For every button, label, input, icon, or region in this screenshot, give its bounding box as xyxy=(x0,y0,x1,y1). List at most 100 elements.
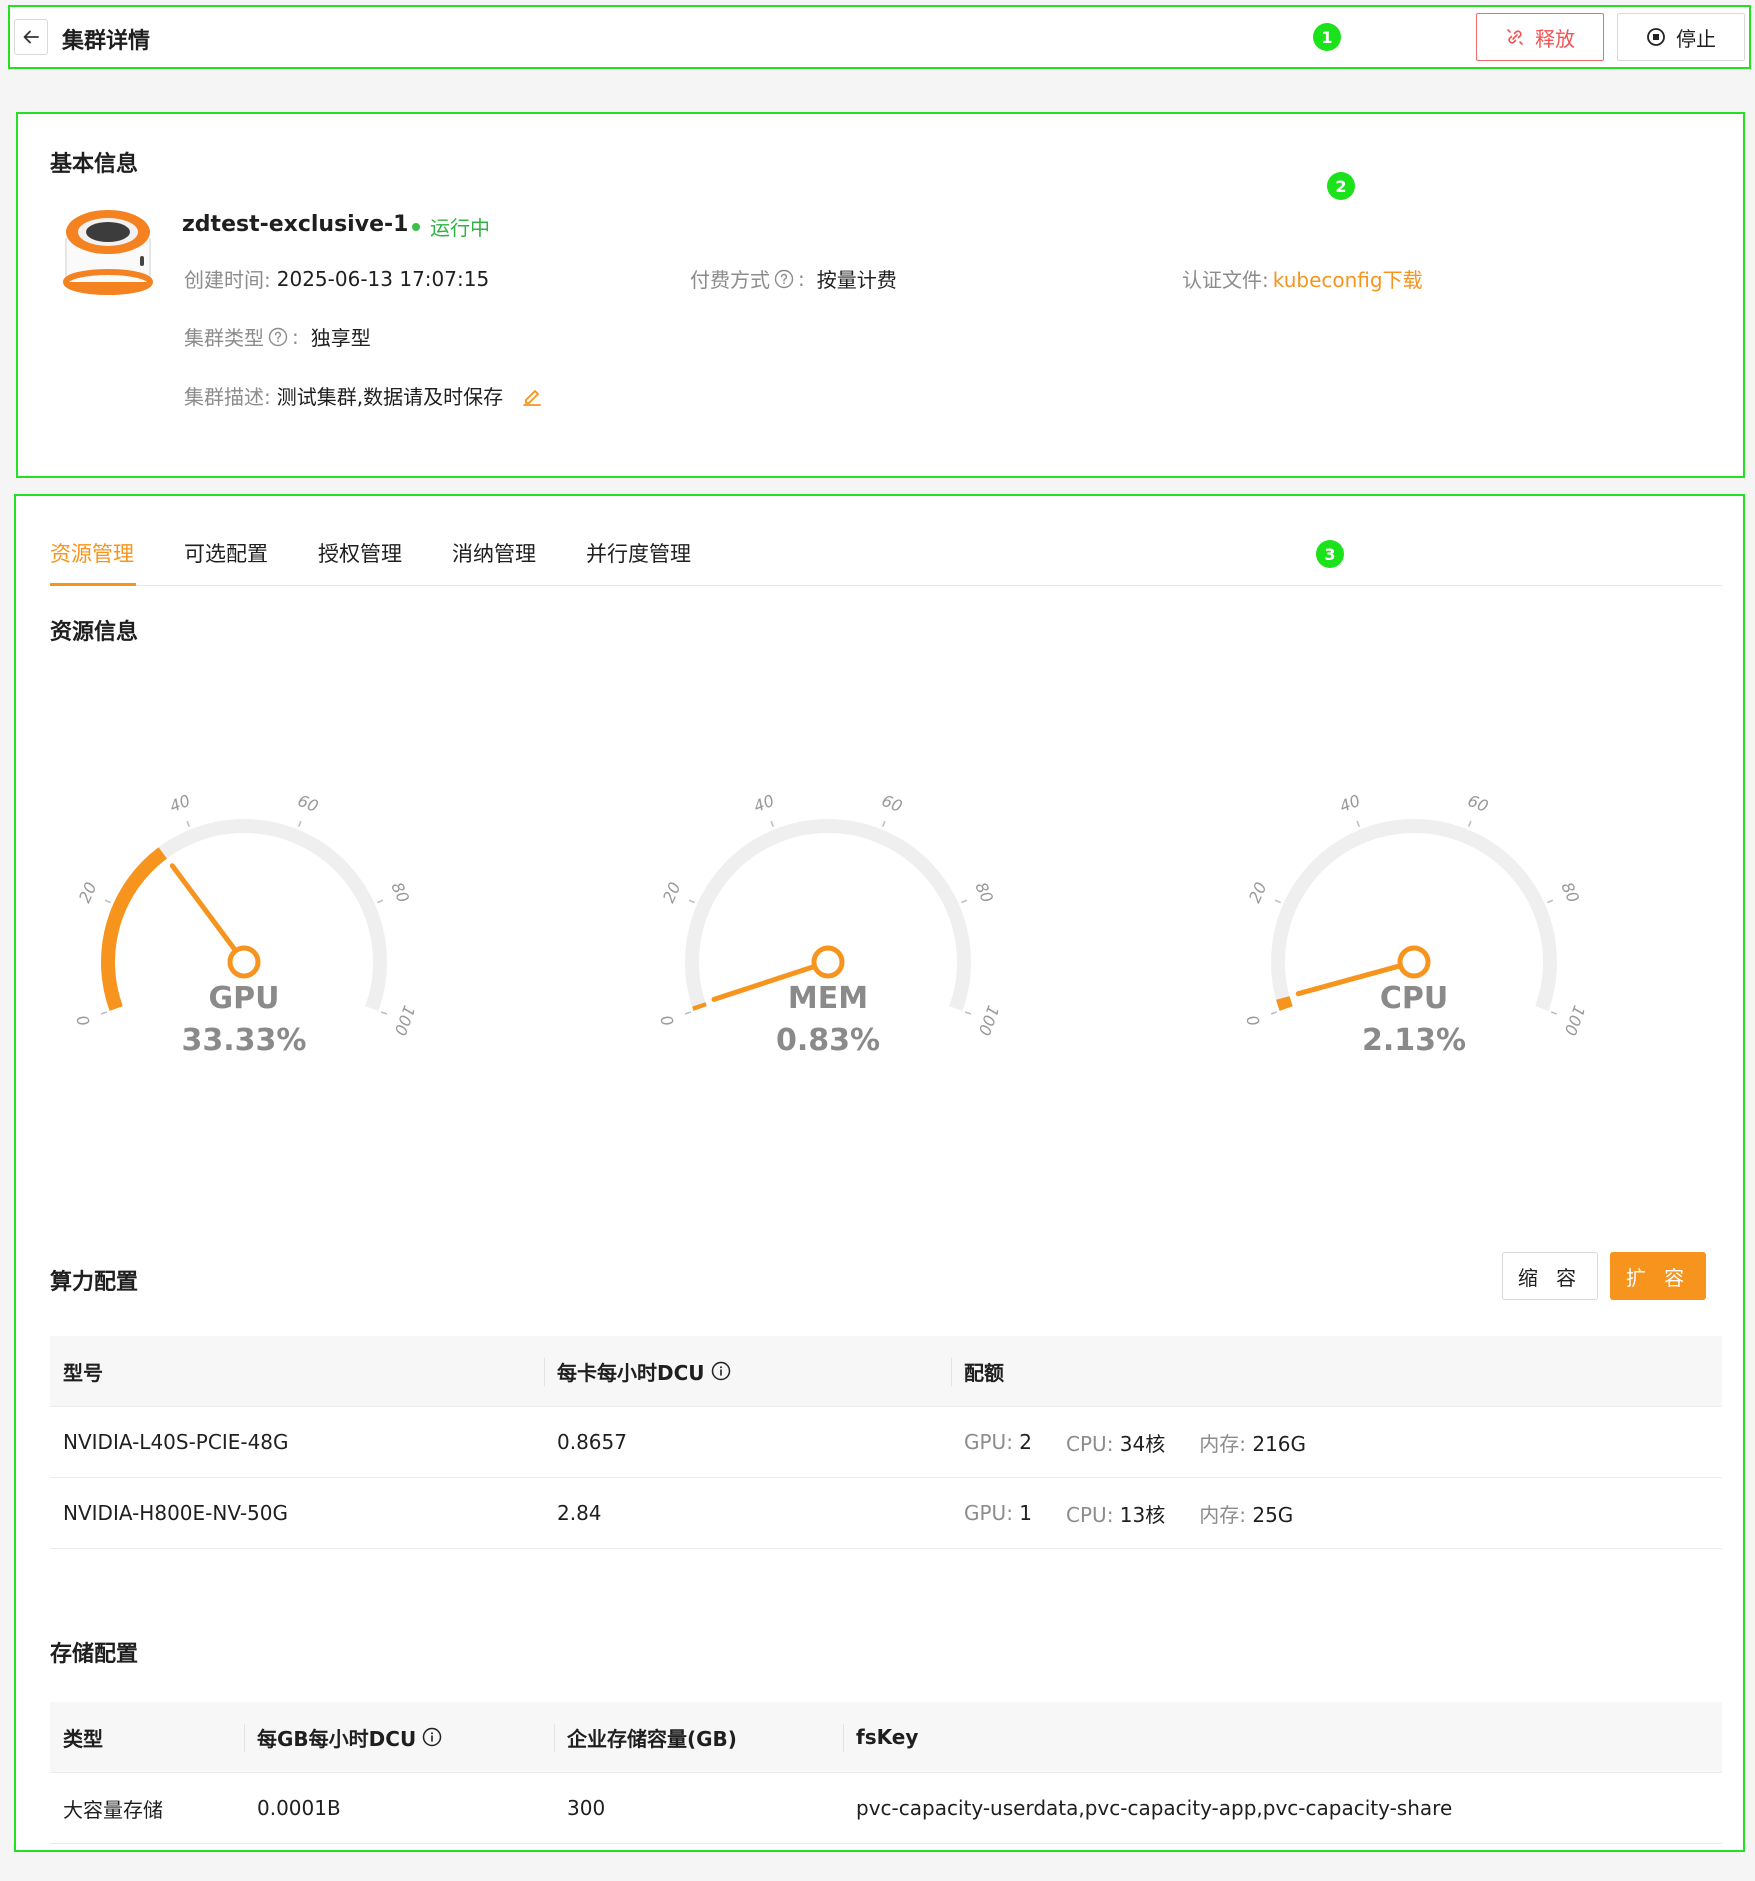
cluster-icon xyxy=(63,210,153,295)
gauge-pivot xyxy=(227,945,261,979)
gauge-tick-label: 100 xyxy=(1561,1003,1589,1038)
cluster-type-field: 集群类型 : 独享型 xyxy=(184,322,371,351)
gauge-tick xyxy=(1356,820,1361,827)
quota-mem-value: 216G xyxy=(1252,1431,1307,1456)
gauge-tick xyxy=(104,899,111,904)
basic-info-panel: 基本信息 2 zdtest-exclusive-1 运行中 创建时间: 2025… xyxy=(16,112,1745,478)
column-divider xyxy=(554,1724,555,1752)
quota-mem-key: 内存: xyxy=(1199,1431,1246,1456)
unlink-icon xyxy=(1507,29,1523,45)
gauge-area: 0 20 40 60 80 100 GPU 33.33% 0 20 40 60 80 100 MEM 0.83… xyxy=(16,636,1743,1106)
column-header: 配额 xyxy=(964,1360,1004,1385)
gauge-value-arc xyxy=(101,847,168,1011)
gauge-tick-label: 40 xyxy=(167,791,193,816)
quota-cpu-value: 13核 xyxy=(1119,1502,1166,1527)
tab-authorization[interactable]: 授权管理 xyxy=(318,538,402,568)
gauge-tick xyxy=(961,899,968,904)
edit-icon[interactable] xyxy=(521,385,543,407)
gauge-tick xyxy=(380,1011,388,1015)
storage-table: 类型 每GB每小时DCU 企业存储容量(GB) fsKey 大容量存储 0.00… xyxy=(50,1702,1722,1844)
tab-bar: 资源管理 可选配置 授权管理 消纳管理 并行度管理 xyxy=(50,526,1722,586)
created-time-field: 创建时间: 2025-06-13 17:07:15 xyxy=(184,264,489,293)
gauge-tick xyxy=(1550,1011,1558,1015)
gauge-name-label: CPU xyxy=(1380,981,1448,1016)
gauge-tick-label: 20 xyxy=(1245,879,1271,905)
gauge-value-label: 33.33% xyxy=(182,1023,307,1058)
dcu-cell: 2.84 xyxy=(557,1501,602,1525)
column-header: 型号 xyxy=(63,1360,103,1385)
gauge-tick-label: 60 xyxy=(1465,791,1491,816)
quota-cpu-key: CPU: xyxy=(1066,1502,1114,1527)
model-cell: NVIDIA-H800E-NV-50G xyxy=(63,1501,288,1525)
column-header-text: 每GB每小时DCU xyxy=(257,1726,417,1751)
shrink-button[interactable]: 缩 容 xyxy=(1502,1252,1598,1300)
arrow-left-icon xyxy=(23,30,39,44)
created-time-label: 创建时间: xyxy=(184,268,271,292)
gauge-tick xyxy=(377,899,384,904)
payment-field: 付费方式 : 按量计费 xyxy=(690,264,897,293)
gauge-tick-label: 100 xyxy=(391,1003,419,1038)
active-tab-indicator xyxy=(50,583,136,586)
tab-optional-config[interactable]: 可选配置 xyxy=(184,538,268,568)
payment-colon: : xyxy=(798,266,805,291)
gauge-tick xyxy=(1467,820,1472,827)
auth-file-field: 认证文件: kubeconfig下载 xyxy=(1182,264,1423,293)
cluster-desc-label: 集群描述: xyxy=(184,385,271,409)
gauge-value-label: 0.83% xyxy=(776,1023,880,1058)
gauge-tick-label: 100 xyxy=(975,1003,1003,1038)
column-divider xyxy=(951,1358,952,1386)
gauge-tick xyxy=(1547,899,1554,904)
quota-cell: GPU: 2 CPU: 34核 内存: 216G xyxy=(964,1407,1306,1477)
expand-button[interactable]: 扩 容 xyxy=(1610,1252,1706,1300)
storage-type-cell: 大容量存储 xyxy=(63,1797,163,1822)
gauge-tick-label: 20 xyxy=(659,879,685,905)
info-icon[interactable] xyxy=(711,1361,731,1381)
gauge-name-label: MEM xyxy=(788,981,868,1016)
quota-cpu-key: CPU: xyxy=(1066,1431,1114,1456)
gauge-tick xyxy=(881,820,886,827)
column-header: 每卡每小时DCU xyxy=(557,1336,731,1406)
table-row: 大容量存储 0.0001B 300 pvc-capacity-userdata,… xyxy=(50,1773,1722,1844)
cluster-type-colon: : xyxy=(292,324,299,349)
annotation-badge-1: 1 xyxy=(1313,23,1341,51)
gauge-tick-label: 0 xyxy=(657,1012,678,1028)
storage-config-title: 存储配置 xyxy=(50,1642,139,1667)
auth-file-label: 认证文件: xyxy=(1182,268,1269,292)
table-row: NVIDIA-H800E-NV-50G 2.84 GPU: 1 CPU: 13核… xyxy=(50,1478,1722,1549)
fskey-cell: pvc-capacity-userdata,pvc-capacity-app,p… xyxy=(856,1796,1453,1820)
question-icon[interactable] xyxy=(774,269,794,289)
stop-circle-icon xyxy=(1647,28,1665,46)
gauge-tick-label: 80 xyxy=(971,879,997,905)
tab-parallelism[interactable]: 并行度管理 xyxy=(586,538,691,568)
gauge-tick xyxy=(1274,899,1281,904)
cluster-desc-field: 集群描述: 测试集群,数据请及时保存 xyxy=(184,381,543,410)
gauge-tick xyxy=(297,820,302,827)
kubeconfig-download-link[interactable]: kubeconfig下载 xyxy=(1273,264,1423,293)
gauge-value-arc xyxy=(692,1002,707,1011)
column-header: 类型 xyxy=(63,1726,103,1751)
tab-resource-management[interactable]: 资源管理 xyxy=(50,538,134,568)
gauge-value-arc xyxy=(1276,996,1293,1011)
quota-mem-value: 25G xyxy=(1252,1502,1294,1527)
resource-panel: 3 资源管理 可选配置 授权管理 消纳管理 并行度管理 资源信息 0 20 40 60… xyxy=(14,494,1745,1852)
release-button[interactable]: 释放 xyxy=(1476,13,1604,61)
quota-cpu-value: 34核 xyxy=(1119,1431,1166,1456)
gauge-name-label: GPU xyxy=(209,981,280,1016)
info-icon[interactable] xyxy=(422,1727,442,1747)
cluster-type-value: 独享型 xyxy=(310,326,371,350)
gauge-tick xyxy=(100,1011,108,1015)
gauge-needle xyxy=(169,863,239,954)
table-header-row: 型号 每卡每小时DCU 配额 xyxy=(50,1336,1722,1407)
stop-button[interactable]: 停止 xyxy=(1617,13,1745,61)
gauge-tick-label: 40 xyxy=(751,791,777,816)
quota-mem-key: 内存: xyxy=(1199,1502,1246,1527)
question-icon[interactable] xyxy=(268,327,288,347)
back-button[interactable] xyxy=(14,19,48,55)
dcu-cell: 0.8657 xyxy=(557,1430,627,1454)
annotation-badge-2: 2 xyxy=(1327,172,1355,200)
payment-label: 付费方式 xyxy=(690,268,770,292)
tab-consumption[interactable]: 消纳管理 xyxy=(452,538,536,568)
column-divider xyxy=(544,1358,545,1386)
gauge-tick xyxy=(964,1011,972,1015)
gauge-tick xyxy=(688,899,695,904)
